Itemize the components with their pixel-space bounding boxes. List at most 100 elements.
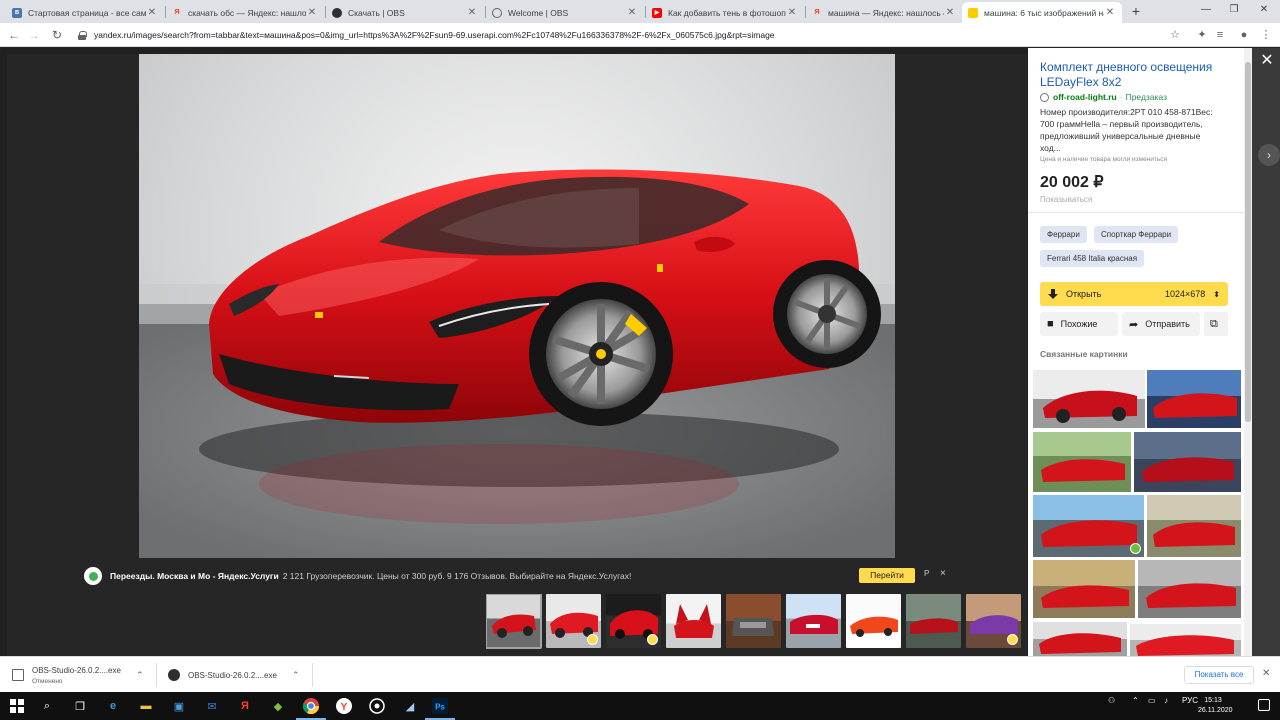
photoshop-icon[interactable]: Ps (425, 697, 455, 720)
minimize-button[interactable]: — (1192, 2, 1220, 18)
share-button[interactable]: ➦ Отправить (1122, 312, 1200, 336)
chevron-up-icon[interactable]: ⌃ (292, 670, 300, 681)
reload-button[interactable]: ↻ (49, 27, 65, 43)
chrome-icon[interactable] (296, 697, 326, 720)
tab-yandex-car[interactable]: Я машина — Яндекс: нашлось 42 ✕ (806, 2, 962, 23)
tag-ferrari-458[interactable]: Ferrari 458 Italia красная (1040, 250, 1145, 267)
tab-yandex-images-active[interactable]: машина: 6 тыс изображений на ✕ (962, 2, 1122, 23)
related-image[interactable] (1130, 624, 1241, 656)
related-image[interactable] (1147, 495, 1241, 557)
close-downloads-icon[interactable]: ✕ (1262, 668, 1270, 679)
volume-icon[interactable]: ♪ (1164, 696, 1168, 705)
store-icon[interactable]: ▣ (170, 697, 188, 715)
image-size-selector[interactable]: 1024×678 (1165, 289, 1205, 299)
related-image[interactable] (1033, 495, 1144, 557)
share-label: Отправить (1145, 319, 1190, 329)
yandex-taskbar-icon[interactable]: Я (236, 697, 254, 715)
related-images-title: Связанные картинки (1040, 349, 1128, 359)
download-item[interactable]: OBS-Studio-26.0.2....exe ⌃ (168, 657, 308, 693)
sidebar-scrollbar[interactable] (1244, 48, 1252, 656)
similar-button[interactable]: ■ Похожие (1040, 312, 1118, 336)
maximize-button[interactable]: ❐ (1220, 2, 1248, 18)
file-explorer-icon[interactable]: ▬ (137, 697, 155, 715)
ad-domain[interactable]: off-road-light.ru (1053, 92, 1117, 102)
menu-icon[interactable]: ⋮ (1258, 27, 1274, 43)
close-tab-icon[interactable]: ✕ (1104, 7, 1116, 18)
profile-icon[interactable]: ● (1236, 27, 1252, 43)
related-image[interactable] (1033, 622, 1127, 656)
related-image[interactable] (1147, 370, 1241, 428)
app-icon[interactable]: ◢ (401, 697, 419, 715)
related-image[interactable] (1033, 370, 1145, 428)
page-behind-viewer: › (1252, 48, 1280, 656)
task-view-icon[interactable]: ❐ (71, 697, 89, 715)
close-tab-icon[interactable]: ✕ (146, 7, 158, 18)
edit-button[interactable]: ⧉ (1204, 312, 1228, 336)
related-image[interactable] (1033, 560, 1135, 618)
extensions-icon[interactable]: ✦ (1194, 27, 1210, 43)
thumbnail-item[interactable] (786, 594, 841, 648)
new-tab-button[interactable]: + (1128, 3, 1144, 19)
open-image-button[interactable]: Открыть 1024×678 ⬍ (1040, 282, 1228, 306)
edge-icon[interactable]: e (104, 697, 122, 715)
thumbnail-item[interactable] (666, 594, 721, 648)
back-button[interactable]: ← (6, 27, 22, 43)
star-icon[interactable]: ☆ (1167, 27, 1183, 43)
tag-ferrari[interactable]: Феррари (1040, 226, 1087, 243)
reading-list-icon[interactable]: ≡ (1212, 27, 1228, 43)
ad-banner[interactable]: Переезды. Москва и Мо - Яндекс.Услуги 2 … (84, 566, 956, 586)
clock[interactable]: 15:13 26.11.2020 (1198, 696, 1233, 716)
notifications-icon[interactable] (1258, 699, 1270, 711)
close-tab-icon[interactable]: ✕ (944, 7, 956, 18)
close-tab-icon[interactable]: ✕ (786, 7, 798, 18)
thumbnail-item[interactable] (606, 594, 661, 648)
thumbnail-item[interactable] (846, 594, 901, 648)
tab-start-page[interactable]: в Стартовая страница - все самое ✕ (6, 2, 164, 23)
related-image[interactable] (1134, 432, 1241, 492)
thumbnail-item[interactable] (966, 594, 1021, 648)
network-icon[interactable]: ▭ (1148, 696, 1156, 705)
chevron-right-icon[interactable]: › (1258, 144, 1280, 166)
close-tab-icon[interactable]: ✕ (626, 7, 638, 18)
share-arrow-icon: ➦ (1129, 318, 1139, 331)
ad-close-button[interactable]: × (940, 568, 946, 579)
obs-taskbar-icon[interactable] (368, 697, 386, 715)
tab-yandex-obs[interactable]: Я скачать обс — Яндекс: нашлось ✕ (166, 2, 324, 23)
forward-button[interactable]: → (26, 27, 42, 43)
thumbnail-item[interactable] (546, 594, 601, 648)
people-icon[interactable]: ⚇ (1108, 696, 1115, 705)
thumbnail-item[interactable] (906, 594, 961, 648)
chevron-up-icon[interactable]: ⌃ (1132, 696, 1139, 705)
ad-title[interactable]: Переезды. Москва и Мо - Яндекс.Услуги (110, 571, 279, 581)
tab-welcome-obs[interactable]: Welcome | OBS ✕ (486, 2, 644, 23)
ad-source[interactable]: off-road-light.ru · Предзаказ (1040, 92, 1167, 102)
close-viewer-button[interactable]: ✕ (1258, 52, 1276, 70)
thumbnail-item[interactable] (486, 594, 542, 649)
download-item[interactable]: OBS-Studio-26.0.2....exe Отменено ⌃ (12, 657, 152, 693)
close-tab-icon[interactable]: ✕ (306, 7, 318, 18)
show-all-downloads-button[interactable]: Показать все (1184, 666, 1254, 684)
related-image[interactable] (1033, 432, 1131, 492)
ad-go-button[interactable]: Перейти (859, 568, 915, 583)
close-window-button[interactable]: ✕ (1250, 2, 1278, 18)
main-image[interactable] (139, 54, 895, 558)
thumbnail-item[interactable] (726, 594, 781, 648)
scrollbar-thumb[interactable] (1245, 62, 1251, 422)
language-indicator[interactable]: РУС (1182, 696, 1198, 705)
windows-start-icon[interactable] (8, 697, 26, 715)
tag-sportscar-ferrari[interactable]: Спорткар Феррари (1094, 226, 1179, 243)
search-icon[interactable]: ⌕ (38, 697, 56, 715)
app-icon[interactable]: ◆ (269, 697, 287, 715)
browser-tab-bar: в Стартовая страница - все самое ✕ Я ска… (0, 0, 1280, 23)
mail-icon[interactable]: ✉ (203, 697, 221, 715)
svg-text:Y: Y (341, 702, 348, 713)
tab-download-obs[interactable]: Скачать | OBS ✕ (326, 2, 484, 23)
ad-product-title[interactable]: Комплект дневного освещения LEDayFlex 8x… (1040, 60, 1236, 90)
chevron-up-icon[interactable]: ⌃ (136, 670, 144, 681)
open-label: Открыть (1066, 289, 1102, 299)
address-bar[interactable]: yandex.ru/images/search?from=tabbar&text… (78, 26, 1158, 44)
yandex-browser-icon[interactable]: Y (335, 697, 353, 715)
close-tab-icon[interactable]: ✕ (466, 7, 478, 18)
related-image[interactable] (1138, 560, 1241, 618)
tab-youtube[interactable]: ▶ Как добавить тень в фотошопе ✕ (646, 2, 804, 23)
